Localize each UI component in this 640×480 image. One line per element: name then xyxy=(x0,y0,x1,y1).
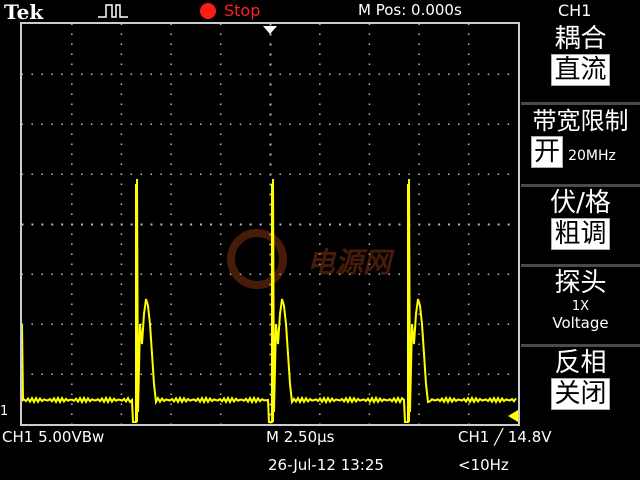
ch1-waveform xyxy=(22,178,517,423)
channel-menu: 耦合 直流 带宽限制 开 20MHz 伏/格 粗调 探头 1X Voltage … xyxy=(521,22,640,426)
ch1-ground-marker: 1 xyxy=(0,404,9,419)
timebase-readout: M 2.50µs xyxy=(266,428,335,446)
menu-channel-title: CH1 xyxy=(558,1,592,20)
ch1-spike xyxy=(407,184,410,422)
bandwidth-menu-item[interactable]: 带宽限制 开 20MHz xyxy=(521,106,640,168)
invert-title: 反相 xyxy=(554,348,607,378)
trigger-readout: CH1 ╱ 14.8V xyxy=(458,428,552,446)
status-header: Tek Stop M Pos: 0.000s CH1 xyxy=(0,0,640,24)
frequency-readout: <10Hz xyxy=(458,456,509,474)
menu-divider xyxy=(521,102,640,105)
status-footer: CH1 5.00VBw M 2.50µs CH1 ╱ 14.8V 26-Jul-… xyxy=(0,426,640,480)
menu-divider xyxy=(521,344,640,347)
trigger-edge-icon xyxy=(98,4,128,18)
probe-attenuation: 1X xyxy=(571,299,590,314)
bandwidth-value[interactable]: 开 xyxy=(531,136,564,168)
brand-logo: Tek xyxy=(4,0,44,24)
run-status[interactable]: Stop xyxy=(224,1,260,20)
probe-type: Voltage xyxy=(552,314,609,332)
coupling-title: 耦合 xyxy=(554,24,607,54)
probe-menu-item[interactable]: 探头 1X Voltage xyxy=(521,268,640,332)
menu-divider xyxy=(521,264,640,267)
coupling-menu-item[interactable]: 耦合 直流 xyxy=(521,24,640,86)
volts-div-value[interactable]: 粗调 xyxy=(551,218,610,250)
ch1-spike xyxy=(135,184,138,422)
menu-divider xyxy=(521,184,640,187)
waveform-display: 电源网 xyxy=(20,22,520,426)
ch1-trace-line xyxy=(22,178,517,423)
ch1-spike xyxy=(271,184,274,422)
bandwidth-freq: 20MHz xyxy=(568,148,616,164)
invert-value[interactable]: 关闭 xyxy=(551,378,610,410)
stop-indicator-icon xyxy=(200,3,216,19)
trigger-position-icon xyxy=(263,26,277,34)
trigger-level-icon xyxy=(508,410,518,422)
horizontal-position: M Pos: 0.000s xyxy=(358,1,462,19)
datetime-readout: 26-Jul-12 13:25 xyxy=(268,456,384,474)
coupling-value[interactable]: 直流 xyxy=(551,54,610,86)
ch1-scale-readout: CH1 5.00VBw xyxy=(2,428,105,446)
bandwidth-title: 带宽限制 xyxy=(532,107,629,135)
probe-title: 探头 xyxy=(554,268,607,298)
volts-div-title: 伏/格 xyxy=(550,188,611,218)
volts-div-menu-item[interactable]: 伏/格 粗调 xyxy=(521,188,640,250)
invert-menu-item[interactable]: 反相 关闭 xyxy=(521,348,640,410)
